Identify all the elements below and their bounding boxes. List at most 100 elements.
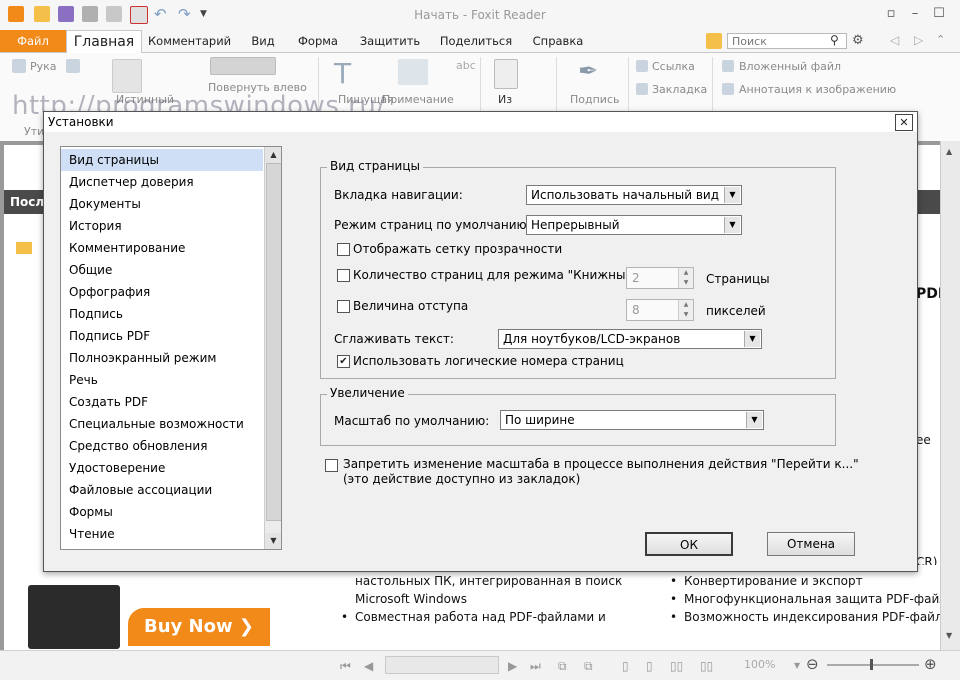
zoom-out-icon[interactable]: ⊖ — [806, 655, 819, 673]
sign-pdf-label[interactable]: Подпись — [570, 93, 619, 106]
category-item[interactable]: Диспетчер доверия — [61, 171, 263, 193]
note-label[interactable]: Примечание — [382, 93, 454, 106]
attachment-label[interactable]: Вложенный файл — [739, 60, 841, 73]
category-item[interactable]: Орфография — [61, 281, 263, 303]
category-item[interactable]: Подпись — [61, 303, 263, 325]
abc-label[interactable]: abc — [456, 59, 476, 72]
buy-now-button[interactable]: Buy Now ❯ — [128, 608, 270, 646]
first-page-icon[interactable]: ⏮ — [340, 659, 351, 674]
logical-numbers-checkbox[interactable]: ✔ — [337, 355, 350, 368]
attachment-icon[interactable] — [722, 60, 734, 72]
zoom-combo[interactable] — [210, 57, 276, 75]
hand-tool-label[interactable]: Рука — [30, 60, 57, 73]
image-annotation-icon[interactable] — [722, 83, 734, 95]
tab-help[interactable]: Справка — [526, 30, 590, 52]
search-icon[interactable]: ⚲ — [830, 33, 846, 49]
facing-icon[interactable]: ▯▯ — [670, 659, 683, 673]
scroll-down-icon[interactable]: ▼ — [946, 631, 952, 640]
zoom-in-icon[interactable]: ⊕ — [924, 655, 937, 673]
category-item[interactable]: Удостоверение — [61, 457, 263, 479]
category-list[interactable]: Вид страницы Диспетчер доверия Документы Ис… — [60, 146, 282, 550]
next-view-icon[interactable]: ⧉ — [584, 659, 593, 674]
logical-numbers-label[interactable]: Использовать логические номера страниц — [353, 354, 624, 368]
create-from-label[interactable]: Из — [498, 93, 512, 106]
bookmark-icon[interactable] — [636, 83, 648, 95]
category-item[interactable]: Создать PDF — [61, 391, 263, 413]
stepper-up-icon[interactable]: ▲ — [679, 268, 693, 278]
collapse-ribbon-icon[interactable]: ⌃ — [936, 33, 952, 49]
document-vertical-scrollbar[interactable]: ▲ ▼ — [940, 141, 960, 650]
close-icon[interactable]: ✕ — [895, 114, 913, 131]
typewriter-icon[interactable]: T — [334, 59, 362, 89]
back-icon[interactable]: ◁ — [890, 33, 906, 49]
link-icon[interactable] — [636, 60, 648, 72]
tab-protect[interactable]: Защитить — [356, 30, 424, 52]
forbid-zoom-checkbox[interactable] — [325, 459, 338, 472]
continuous-facing-icon[interactable]: ▯▯ — [700, 659, 713, 673]
chevron-down-icon[interactable]: ▼ — [724, 217, 740, 233]
stepper-up-icon[interactable]: ▲ — [679, 300, 693, 310]
tab-home[interactable]: Главная — [66, 30, 142, 54]
stepper-down-icon[interactable]: ▼ — [679, 310, 693, 320]
scrollbar-thumb[interactable] — [266, 163, 281, 521]
book-pages-label[interactable]: Количество страниц для режима "Книжный" — [353, 268, 639, 282]
chevron-down-icon[interactable]: ▼ — [744, 331, 760, 347]
tab-comment[interactable]: Комментарий — [148, 30, 231, 52]
category-item[interactable]: Чтение — [61, 523, 263, 545]
next-page-icon[interactable]: ▶ — [508, 659, 517, 673]
scroll-up-icon[interactable]: ▲ — [946, 147, 952, 156]
image-annotation-label[interactable]: Аннотация к изображению — [739, 83, 896, 96]
category-item[interactable]: Средство обновления — [61, 435, 263, 457]
indent-label[interactable]: Величина отступа — [353, 299, 468, 313]
hand-icon[interactable] — [12, 59, 26, 73]
default-mode-select[interactable]: Непрерывный ▼ — [526, 215, 742, 235]
nav-tab-select[interactable]: Использовать начальный вид ▼ — [526, 185, 742, 205]
continuous-icon[interactable]: ▯ — [646, 659, 653, 673]
note-icon[interactable] — [398, 59, 428, 85]
prev-view-icon[interactable]: ⧉ — [558, 659, 567, 674]
show-grid-label[interactable]: Отображать сетку прозрачности — [353, 242, 562, 256]
restore-icon[interactable]: ▫ — [882, 6, 900, 22]
category-scrollbar[interactable]: ▲ ▼ — [264, 147, 281, 549]
category-item[interactable]: Формы — [61, 501, 263, 523]
bookmark-label[interactable]: Закладка — [652, 83, 707, 96]
create-from-icon[interactable] — [494, 59, 518, 89]
minimize-icon[interactable]: – — [906, 6, 924, 22]
ok-button[interactable]: ОК — [645, 532, 733, 556]
find-folder-icon[interactable] — [706, 33, 722, 49]
category-item[interactable]: Файловые ассоциации — [61, 479, 263, 501]
zoom-slider-thumb[interactable] — [870, 659, 873, 670]
book-pages-checkbox[interactable] — [337, 269, 350, 282]
last-page-icon[interactable]: ⏭ — [530, 659, 541, 674]
stepper-down-icon[interactable]: ▼ — [679, 278, 693, 288]
category-item[interactable]: Речь — [61, 369, 263, 391]
category-item[interactable]: Комментирование — [61, 237, 263, 259]
actual-size-icon[interactable] — [112, 59, 142, 93]
category-item[interactable]: Документы — [61, 193, 263, 215]
zoom-slider[interactable] — [827, 664, 919, 666]
page-number-select[interactable] — [385, 656, 499, 674]
search-input[interactable]: Поиск — [727, 33, 847, 49]
tab-file[interactable]: Файл — [0, 30, 66, 52]
sign-pdf-icon[interactable]: ✒ — [578, 57, 608, 85]
book-pages-stepper[interactable]: 2 ▲ ▼ — [626, 267, 694, 289]
zoom-level[interactable]: 100% — [744, 658, 775, 671]
gear-icon[interactable]: ⚙ — [852, 33, 868, 49]
tab-view[interactable]: Вид — [244, 30, 282, 52]
link-label[interactable]: Ссылка — [652, 60, 695, 73]
show-grid-checkbox[interactable] — [337, 243, 350, 256]
dialog-title-bar[interactable]: Установки ✕ — [44, 112, 917, 132]
tab-form[interactable]: Форма — [292, 30, 344, 52]
cancel-button[interactable]: Отмена — [767, 532, 855, 556]
category-item[interactable]: Общие — [61, 259, 263, 281]
tab-share[interactable]: Поделиться — [438, 30, 514, 52]
prev-page-icon[interactable]: ◀ — [364, 659, 373, 673]
smooth-text-select[interactable]: Для ноутбуков/LCD-экранов ▼ — [498, 329, 762, 349]
single-page-icon[interactable]: ▯ — [622, 659, 629, 673]
scroll-up-icon[interactable]: ▲ — [265, 147, 281, 163]
default-zoom-select[interactable]: По ширине ▼ — [500, 410, 764, 430]
indent-checkbox[interactable] — [337, 300, 350, 313]
chevron-down-icon[interactable]: ▼ — [746, 412, 762, 428]
forward-icon[interactable]: ▷ — [914, 33, 930, 49]
category-item[interactable]: Вид страницы — [61, 149, 263, 171]
